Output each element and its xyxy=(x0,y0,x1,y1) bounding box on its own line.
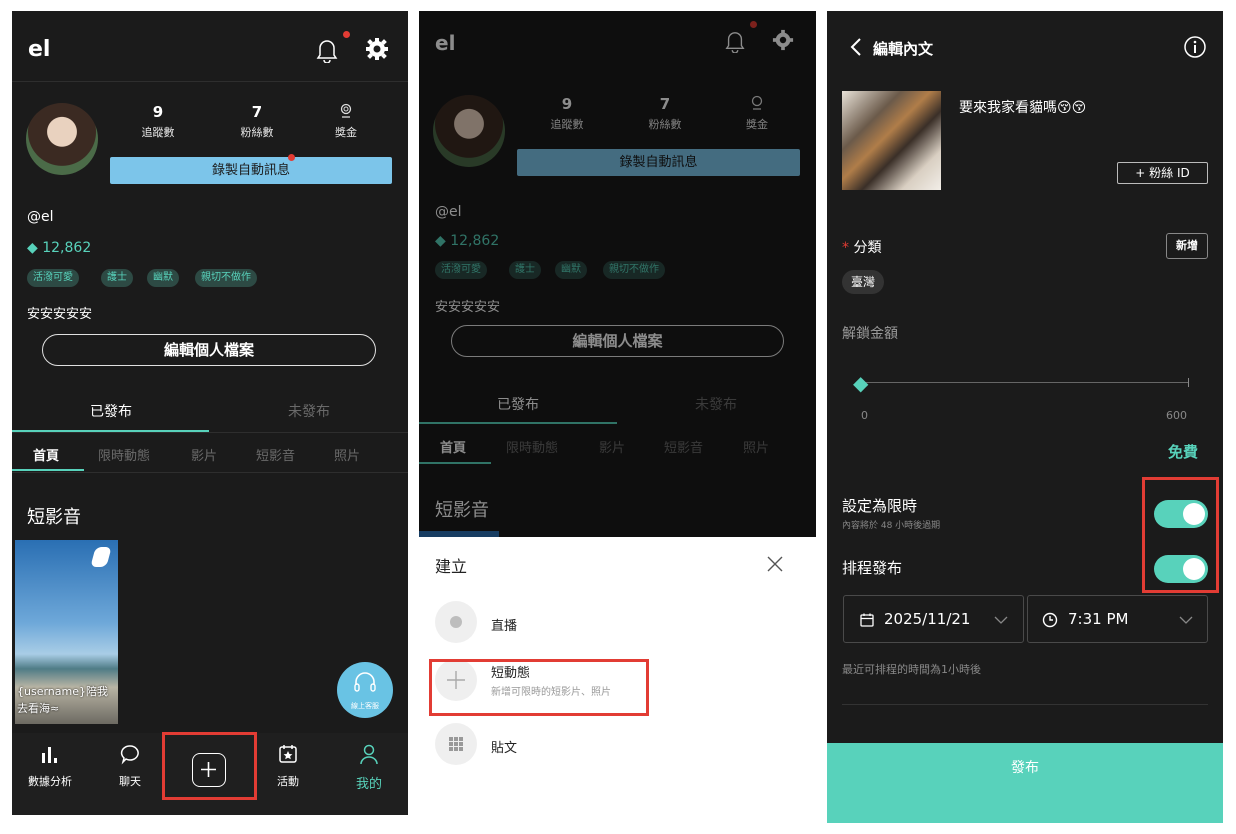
diamond-icon: ◆ xyxy=(27,240,38,256)
close-icon[interactable] xyxy=(765,554,785,578)
post-thumbnail[interactable] xyxy=(842,91,941,190)
price-slider-track[interactable] xyxy=(857,382,1189,383)
diamond-balance-value: 12,862 xyxy=(42,240,92,256)
date-picker[interactable]: 2025/11/21 xyxy=(843,595,1024,643)
nav-chat-icon[interactable] xyxy=(100,743,160,769)
unlock-amount-label: 解鎖金額 xyxy=(842,326,898,342)
video-caption: {username}陪我 去看海≈ xyxy=(17,685,108,715)
nav-analytics[interactable]: 數據分析 xyxy=(20,773,80,789)
schedule-label: 排程發布 xyxy=(842,559,903,577)
category-chip[interactable]: 臺灣 xyxy=(842,270,885,294)
profile-screen: el 9 追蹤數 7 粉絲數 獎金 錄製自動訊息 @el ◆ 12,862 活潑… xyxy=(12,11,408,815)
chevron-down-icon xyxy=(994,616,1008,624)
nav-events-icon[interactable] xyxy=(258,743,318,769)
subtab-videos[interactable]: 影片 xyxy=(191,445,217,464)
highlight-short-story xyxy=(429,659,649,716)
bio-text: 安安安安安 xyxy=(27,307,93,322)
live-icon[interactable] xyxy=(435,601,477,643)
limited-time-label: 設定為限時 xyxy=(842,497,918,515)
divider xyxy=(842,704,1208,705)
time-value: 7:31 PM xyxy=(1068,610,1129,628)
time-picker[interactable]: 7:31 PM xyxy=(1027,595,1208,643)
back-icon[interactable] xyxy=(849,37,863,61)
highlight-create-button xyxy=(162,732,257,800)
section-title: 短影音 xyxy=(27,507,81,528)
tab-published[interactable]: 已發布 xyxy=(90,401,132,421)
price-state: 免費 xyxy=(1168,443,1199,461)
tag: 幽默 xyxy=(147,269,179,287)
wave-icon: ≈ xyxy=(50,702,60,715)
headset-icon xyxy=(354,672,376,692)
fans-label: 粉絲數 xyxy=(240,126,274,139)
calendar-icon xyxy=(860,613,874,627)
gear-icon[interactable] xyxy=(365,37,389,65)
schedule-note: 最近可排程的時間為1小時後 xyxy=(842,663,981,676)
modal-backdrop[interactable] xyxy=(419,11,816,537)
slider-max: 600 xyxy=(1166,409,1187,422)
required-mark: * xyxy=(842,240,854,256)
record-auto-message-button[interactable]: 錄製自動訊息 xyxy=(110,157,392,184)
award-icon[interactable] xyxy=(338,103,354,123)
notification-dot xyxy=(343,31,350,38)
page-title: 編輯內文 xyxy=(873,40,934,58)
following-label: 追蹤數 xyxy=(141,126,175,139)
grid-icon[interactable] xyxy=(435,723,477,765)
info-icon[interactable] xyxy=(1183,35,1207,63)
record-badge-dot xyxy=(288,154,295,161)
highlight-toggles xyxy=(1142,477,1219,593)
nav-chat[interactable]: 聊天 xyxy=(100,773,160,789)
fans-count[interactable]: 7 xyxy=(217,103,297,121)
edit-post-screen: 編輯內文 要來我家看貓嗎😚😚 + 粉絲 ID * 分類 新增 臺灣 解鎖金額 ◆… xyxy=(827,11,1223,823)
option-live[interactable]: 直播 xyxy=(491,615,517,634)
following-count[interactable]: 9 xyxy=(118,103,198,121)
tag: 護士 xyxy=(101,269,133,287)
subtab-photos[interactable]: 照片 xyxy=(334,445,360,464)
publish-button[interactable]: 發布 xyxy=(827,743,1223,823)
add-category-button[interactable]: 新增 xyxy=(1166,233,1208,259)
subtab-home[interactable]: 首頁 xyxy=(33,445,59,464)
clock-icon xyxy=(1042,612,1058,628)
video-caption-line2: 去看海≈ xyxy=(17,702,60,715)
slider-min: 0 xyxy=(861,409,868,422)
publish-label: 發布 xyxy=(1011,760,1039,776)
subtab-shorts[interactable]: 短影音 xyxy=(256,445,295,464)
fan-id-button[interactable]: + 粉絲 ID xyxy=(1117,162,1208,184)
limited-time-desc: 內容將於 48 小時後過期 xyxy=(842,521,941,531)
tag: 親切不做作 xyxy=(195,269,257,287)
nav-analytics-icon[interactable] xyxy=(20,743,80,769)
nav-events[interactable]: 活動 xyxy=(258,773,318,789)
chevron-down-icon xyxy=(1179,616,1193,624)
bell-icon[interactable] xyxy=(315,31,350,67)
date-value: 2025/11/21 xyxy=(884,610,971,628)
slider-end-tick xyxy=(1188,378,1189,387)
option-post[interactable]: 貼文 xyxy=(491,737,517,756)
post-text[interactable]: 要來我家看貓嗎😚😚 xyxy=(959,97,1086,117)
tab-unpublished[interactable]: 未發布 xyxy=(288,401,330,421)
brand-title: el xyxy=(28,37,51,62)
user-handle: @el xyxy=(27,209,54,225)
subtab-indicator xyxy=(12,469,84,471)
support-label: 線上客服 xyxy=(351,702,379,710)
tag: 活潑可愛 xyxy=(27,269,79,287)
nav-me[interactable]: 我的 xyxy=(339,773,399,792)
edit-profile-button[interactable]: 編輯個人檔案 xyxy=(42,334,376,366)
bonus-label: 獎金 xyxy=(335,126,357,139)
customer-service-button[interactable]: 線上客服 xyxy=(337,662,393,718)
avatar[interactable] xyxy=(26,103,98,175)
subtab-stories[interactable]: 限時動態 xyxy=(98,445,150,464)
diamond-slider-handle-icon[interactable]: ◆ xyxy=(853,371,868,395)
shorts-logo-icon xyxy=(90,547,112,567)
sheet-title: 建立 xyxy=(435,557,468,576)
diamond-balance: ◆ 12,862 xyxy=(27,240,91,256)
short-video-card[interactable]: {username}陪我 去看海≈ xyxy=(15,540,118,724)
category-label: * 分類 xyxy=(842,240,882,256)
nav-me-icon[interactable] xyxy=(339,743,399,769)
